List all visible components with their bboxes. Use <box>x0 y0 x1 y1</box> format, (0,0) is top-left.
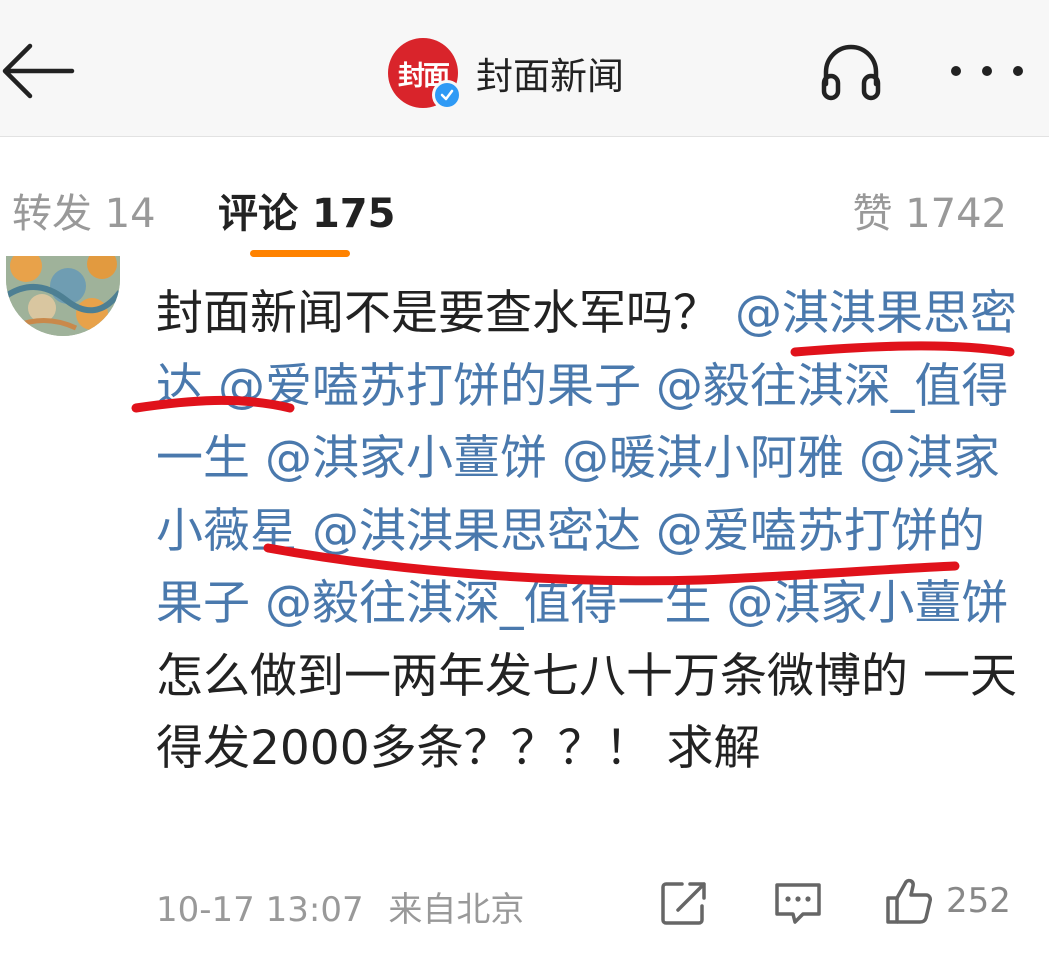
comment-text-segment <box>250 431 265 486</box>
reply-button[interactable] <box>773 880 823 926</box>
comment-text-segment <box>641 504 656 559</box>
tab-likes[interactable]: 赞 1742 <box>852 181 1007 239</box>
comment-text-segment <box>297 504 312 559</box>
page-title: 封面新闻 <box>476 55 624 98</box>
like-button[interactable]: 252 <box>884 874 1024 928</box>
comment-text-segment: 封面新闻不是要查水军吗？ <box>156 286 735 341</box>
comment-text: 封面新闻不是要查水军吗？ @淇淇果思密达 @爱嗑苏打饼的果子 @毅往淇深_值得一… <box>156 278 1026 786</box>
more-button[interactable] <box>942 56 1032 86</box>
tab-label: 赞 <box>852 191 893 237</box>
mention-link[interactable]: @淇淇果思密达 <box>312 504 641 559</box>
top-bar: 封面 封面新闻 <box>0 0 1049 137</box>
headphones-icon <box>821 44 881 101</box>
comment-text-segment <box>711 576 726 631</box>
comment-text-segment <box>547 431 562 486</box>
mention-link[interactable]: @暖淇小阿雅 <box>562 431 844 486</box>
mention-link[interactable]: @淇家小薑饼 <box>726 576 1008 631</box>
mention-link[interactable]: @爱嗑苏打饼的果子 <box>218 359 641 414</box>
mention-link[interactable]: @淇家小薑饼 <box>265 431 547 486</box>
active-tab-indicator <box>250 250 350 257</box>
comment-text-segment <box>203 359 218 414</box>
tab-count: 1742 <box>905 191 1007 237</box>
tab-comments[interactable]: 评论 175 <box>218 181 395 239</box>
comment-icon <box>775 883 821 924</box>
share-icon <box>661 882 706 925</box>
timestamp: 10-17 13:07 <box>156 890 364 930</box>
like-count: 252 <box>946 881 1011 921</box>
tab-reposts[interactable]: 转发 14 <box>12 181 156 239</box>
verified-badge-icon <box>432 80 462 110</box>
source-location: 来自北京 <box>388 890 525 930</box>
tab-label: 评论 <box>218 191 298 237</box>
mention-link[interactable]: @毅往淇深_值得一生 <box>265 576 712 631</box>
thumbs-up-icon <box>886 878 932 924</box>
share-button[interactable] <box>660 880 708 926</box>
account-title[interactable]: 封面 封面新闻 <box>388 38 624 110</box>
avatar[interactable] <box>6 256 120 336</box>
arrow-left-icon <box>2 43 75 99</box>
comment-text-segment <box>844 431 859 486</box>
tab-label: 转发 <box>12 191 92 237</box>
audio-button[interactable] <box>818 40 884 102</box>
comment-text-segment <box>250 576 265 631</box>
comment-text-segment <box>641 359 656 414</box>
tab-bar: 转发 14 评论 175 赞 1742 <box>0 137 1049 259</box>
comment-meta: 10-17 13:07 来自北京 <box>156 882 524 931</box>
tab-count: 175 <box>311 191 396 237</box>
comment-text-segment: 怎么做到一两年发七八十万条微博的 一天得发2000多条？？？！ 求解 <box>156 648 1017 777</box>
account-logo[interactable]: 封面 <box>388 38 462 110</box>
tab-count: 14 <box>104 191 156 237</box>
back-button[interactable] <box>0 36 80 106</box>
more-dots-icon <box>951 66 1023 76</box>
